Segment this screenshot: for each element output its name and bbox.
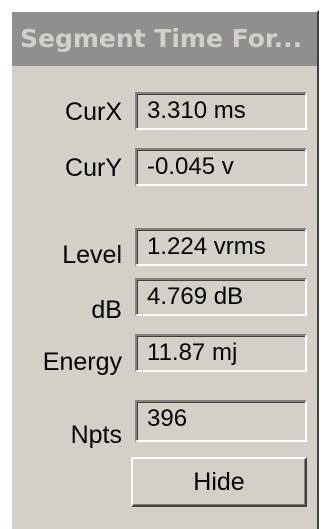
level-label: Level — [62, 241, 122, 269]
db-label: dB — [91, 296, 122, 324]
segment-time-panel: Segment Time For... CurX 3.310 ms CurY -… — [10, 10, 319, 529]
energy-value: 11.87 mj — [135, 334, 307, 372]
window-title: Segment Time For... — [12, 12, 317, 66]
cury-value: -0.045 v — [135, 148, 307, 186]
db-value: 4.769 dB — [135, 278, 307, 316]
energy-label: Energy — [42, 348, 122, 376]
curx-value: 3.310 ms — [135, 92, 307, 130]
hide-button[interactable]: Hide — [131, 457, 307, 507]
cury-label: CurY — [65, 154, 122, 182]
npts-value: 396 — [135, 400, 307, 442]
curx-label: CurX — [65, 98, 122, 126]
level-value: 1.224 vrms — [135, 228, 307, 266]
npts-label: Npts — [70, 421, 122, 449]
